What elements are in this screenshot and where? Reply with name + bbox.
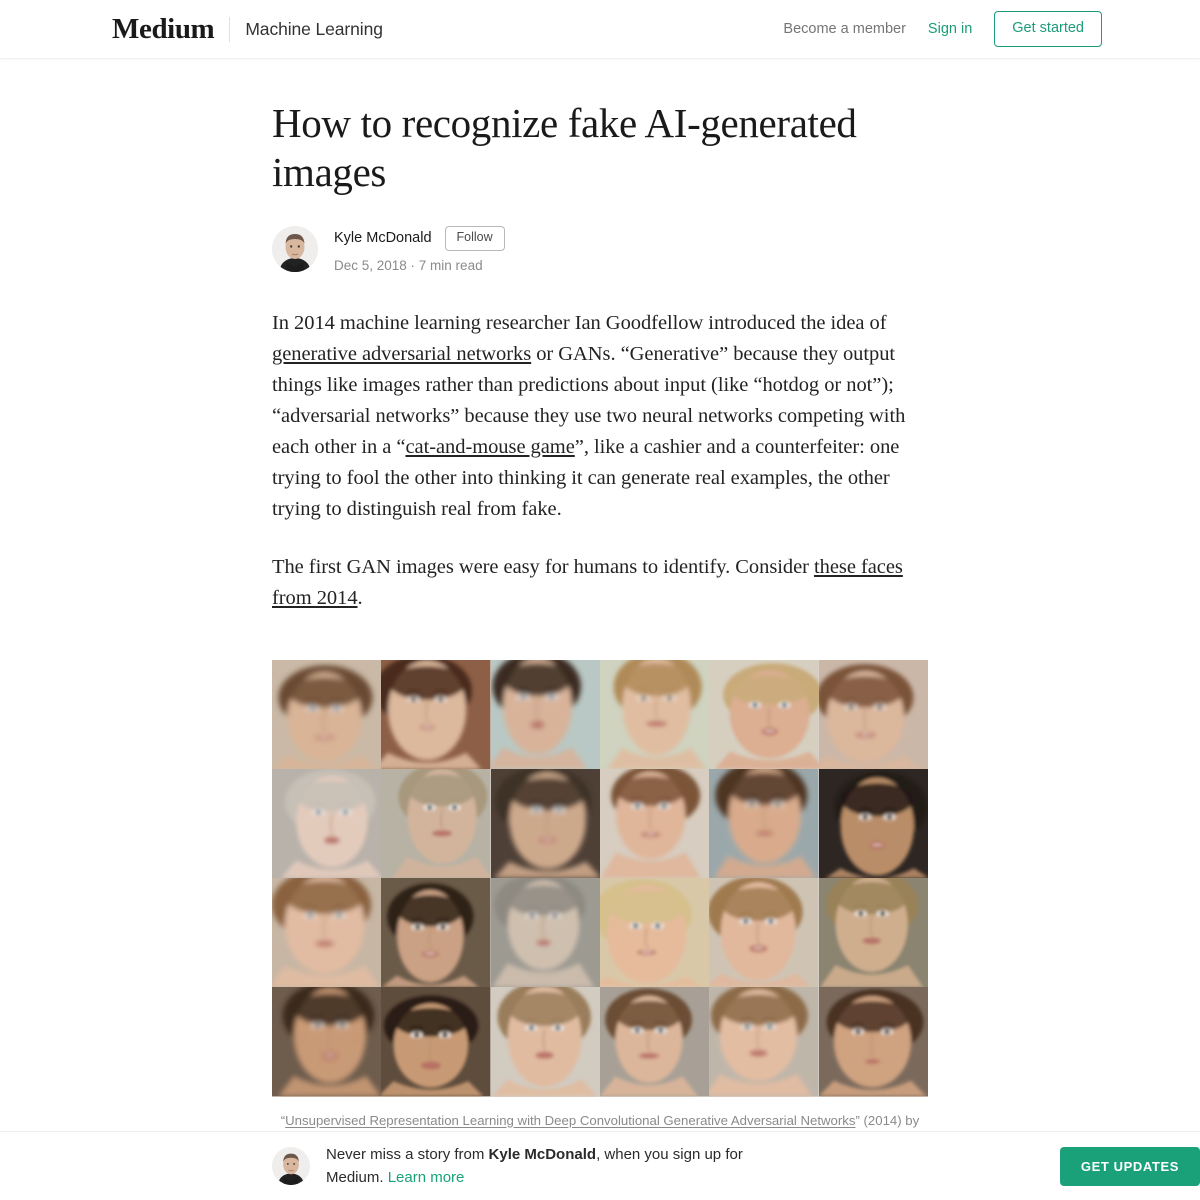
- dcgan-paper-link[interactable]: Unsupervised Representation Learning wit…: [285, 1113, 855, 1128]
- gan-face-tile: [272, 987, 382, 1097]
- gan-face-tile: [709, 659, 819, 769]
- header-actions: Become a member Sign in Get started: [783, 11, 1102, 47]
- follow-button[interactable]: Follow: [444, 226, 505, 251]
- gan-face-tile: [818, 659, 928, 769]
- gan-face-tile: [818, 878, 928, 988]
- gan-face-tile: [490, 878, 600, 988]
- paragraph-1: In 2014 machine learning researcher Ian …: [272, 308, 928, 525]
- avatar-portrait-icon: [272, 1147, 310, 1185]
- article-meta: Dec 5, 2018 · 7 min read: [334, 257, 483, 273]
- byline-text: Kyle McDonald Follow Dec 5, 2018 · 7 min…: [334, 226, 505, 273]
- newsletter-inner: Never miss a story from Kyle McDonald, w…: [272, 1143, 1200, 1189]
- brand-divider: [229, 16, 231, 42]
- gan-face-tile: [600, 878, 710, 988]
- newsletter-message: Never miss a story from Kyle McDonald, w…: [326, 1143, 796, 1189]
- gan-face-tile: [709, 878, 819, 988]
- avatar-portrait-icon: [272, 226, 318, 273]
- gan-face-tile: [272, 768, 382, 879]
- gan-face-tile: [272, 878, 382, 988]
- newsletter-signup-bar: Never miss a story from Kyle McDonald, w…: [0, 1131, 1200, 1200]
- gan-face-tile: [490, 987, 600, 1097]
- newsletter-text-before: Never miss a story from: [326, 1146, 489, 1163]
- gan-face-tile: [381, 659, 491, 769]
- gan-link[interactable]: generative adversarial networks: [272, 343, 531, 365]
- byline: Kyle McDonald Follow Dec 5, 2018 · 7 min…: [272, 226, 928, 273]
- newsletter-avatar[interactable]: [272, 1147, 310, 1185]
- publication-name[interactable]: Machine Learning: [245, 19, 383, 40]
- brand-zone: Medium Machine Learning: [112, 14, 383, 44]
- gan-face-grid-image: [272, 659, 928, 1097]
- sign-in-link[interactable]: Sign in: [928, 21, 972, 37]
- article-body: How to recognize fake AI-generated image…: [0, 59, 1200, 1152]
- cat-and-mouse-game-link[interactable]: cat-and-mouse game: [405, 436, 574, 458]
- avatar[interactable]: [272, 226, 318, 273]
- gan-face-tile: [381, 987, 491, 1097]
- gan-face-tile: [490, 659, 600, 769]
- content-column: How to recognize fake AI-generated image…: [272, 99, 928, 1152]
- become-a-member-link[interactable]: Become a member: [783, 21, 906, 37]
- figure-dcgan-faces: “Unsupervised Representation Learning wi…: [272, 659, 928, 1152]
- learn-more-link[interactable]: Learn more: [388, 1169, 465, 1186]
- gan-face-tile: [272, 659, 382, 769]
- newsletter-author-name: Kyle McDonald: [488, 1146, 597, 1163]
- get-started-button[interactable]: Get started: [994, 11, 1102, 47]
- p2-text-1: The first GAN images were easy for human…: [272, 555, 815, 578]
- gan-face-tile: [818, 987, 928, 1097]
- gan-face-tile: [600, 768, 710, 879]
- get-updates-button[interactable]: GET UPDATES: [1059, 1146, 1200, 1186]
- p2-text-2: .: [357, 586, 363, 609]
- site-header: Medium Machine Learning Become a member …: [0, 0, 1200, 59]
- byline-primary-row: Kyle McDonald Follow: [334, 226, 505, 251]
- page-title: How to recognize fake AI-generated image…: [272, 100, 857, 195]
- author-name[interactable]: Kyle McDonald: [334, 230, 432, 246]
- p1-text-1: In 2014 machine learning researcher Ian …: [272, 311, 887, 334]
- gan-face-tile: [818, 768, 928, 879]
- medium-logo[interactable]: Medium: [112, 14, 215, 44]
- paragraph-2: The first GAN images were easy for human…: [272, 552, 928, 614]
- gan-face-tile: [600, 659, 710, 769]
- gan-face-tile: [381, 768, 491, 879]
- gan-face-tile: [381, 878, 491, 988]
- gan-face-tile: [490, 768, 600, 879]
- medium-article-page: Medium Machine Learning Become a member …: [0, 0, 1200, 1200]
- gan-face-tile: [709, 987, 819, 1097]
- gan-face-tile: [600, 987, 710, 1097]
- gan-face-tile: [709, 768, 819, 879]
